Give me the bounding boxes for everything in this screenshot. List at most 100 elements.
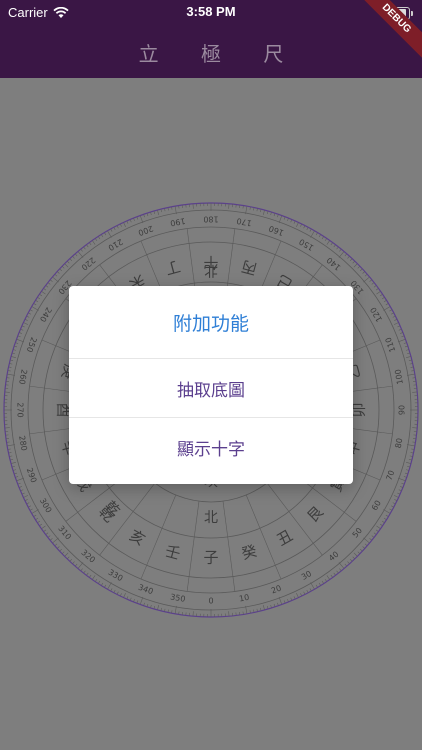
degree-tick (392, 315, 396, 318)
sector-line (222, 501, 236, 592)
degree-tick (310, 582, 315, 590)
degree-tick (371, 535, 375, 538)
degree-tick (375, 288, 379, 291)
degree-label: 110 (384, 336, 398, 353)
degree-tick (126, 596, 129, 600)
degree-label: 250 (25, 336, 39, 353)
degree-tick (407, 352, 411, 355)
degree-tick (123, 592, 126, 598)
degree-tick (59, 268, 63, 272)
degree-tick (364, 273, 368, 277)
degree-label: 180 (203, 215, 218, 224)
degree-tick (77, 562, 84, 569)
degree-tick (35, 300, 39, 303)
degree-label: 270 (16, 402, 25, 417)
degree-tick (381, 520, 385, 523)
degree-tick (390, 312, 394, 315)
degree-tick (347, 255, 350, 259)
degree-tick (394, 318, 398, 321)
degree-tick (296, 592, 299, 598)
degree-tick (309, 588, 312, 592)
degree-tick (353, 552, 358, 557)
degree-tick (376, 291, 381, 295)
degree-tick (383, 517, 387, 520)
degree-tick (398, 489, 402, 492)
degree-tick (107, 582, 112, 590)
degree-label: 60 (370, 499, 383, 512)
degree-tick (278, 596, 283, 605)
mountain-label: 壬 (163, 542, 182, 563)
mountain-label: 丁 (163, 257, 182, 278)
degree-tick (270, 604, 272, 609)
degree-tick (94, 578, 98, 582)
degree-tick (364, 543, 368, 547)
show-crosshair-option[interactable]: 顯示十字 (69, 418, 353, 476)
degree-tick (309, 228, 312, 232)
degree-tick (52, 537, 59, 544)
degree-label: 20 (270, 584, 283, 596)
degree-tick (23, 322, 29, 325)
extract-base-map-option[interactable]: 抽取底圖 (69, 359, 353, 418)
degree-label: 40 (327, 550, 341, 563)
degree-tick (293, 596, 296, 600)
degree-tick (39, 293, 43, 297)
degree-tick (101, 582, 104, 586)
degree-tick (153, 606, 156, 610)
degree-tick (10, 356, 16, 359)
degree-tick (86, 244, 89, 248)
degree-tick (393, 322, 399, 325)
degree-tick (153, 210, 156, 214)
degree-tick (389, 309, 393, 312)
degree-tick (86, 572, 89, 576)
dialog-title: 附加功能 (69, 286, 353, 359)
degree-tick (139, 596, 144, 605)
degree-tick (24, 499, 28, 502)
degree-label: 160 (268, 224, 285, 238)
degree-tick (26, 315, 30, 318)
degree-tick (39, 523, 43, 527)
degree-tick (278, 215, 283, 224)
degree-tick (376, 525, 381, 529)
degree-tick (12, 469, 17, 471)
degree-tick (385, 303, 389, 306)
feature-dialog: 附加功能 抽取底圖 顯示十字 (69, 286, 353, 484)
degree-tick (21, 325, 25, 328)
degree-tick (104, 584, 107, 588)
degree-tick (150, 211, 152, 216)
trigram-label: 北 (204, 510, 218, 526)
degree-tick (339, 248, 342, 252)
degree-tick (49, 538, 53, 541)
degree-tick (26, 502, 30, 505)
degree-tick (107, 230, 112, 238)
degree-label: 80 (394, 437, 405, 449)
degree-tick (80, 248, 83, 252)
degree-tick (113, 589, 116, 593)
degree-tick (41, 525, 46, 529)
degree-tick (98, 580, 101, 584)
degree-tick (29, 508, 33, 511)
degree-tick (12, 349, 17, 351)
trigram-label: 北 (204, 262, 218, 278)
degree-tick (393, 495, 399, 498)
degree-tick (77, 251, 84, 258)
degree-tick (56, 271, 60, 274)
degree-tick (56, 546, 60, 549)
degree-tick (61, 265, 65, 269)
degree-label: 70 (385, 469, 397, 482)
degree-tick (11, 352, 15, 355)
degree-tick (64, 552, 69, 557)
degree-tick (362, 546, 366, 549)
degree-tick (123, 222, 126, 228)
degree-label: 170 (236, 216, 253, 228)
degree-tick (157, 209, 160, 215)
degree-tick (89, 574, 92, 578)
degree-tick (23, 495, 29, 498)
degree-tick (344, 563, 348, 567)
degree-tick (326, 575, 330, 580)
degree-tick (74, 563, 78, 567)
degree-tick (66, 260, 70, 264)
degree-tick (373, 532, 377, 535)
degree-label: 10 (238, 593, 250, 604)
degree-tick (41, 291, 46, 295)
degree-tick (266, 210, 269, 214)
